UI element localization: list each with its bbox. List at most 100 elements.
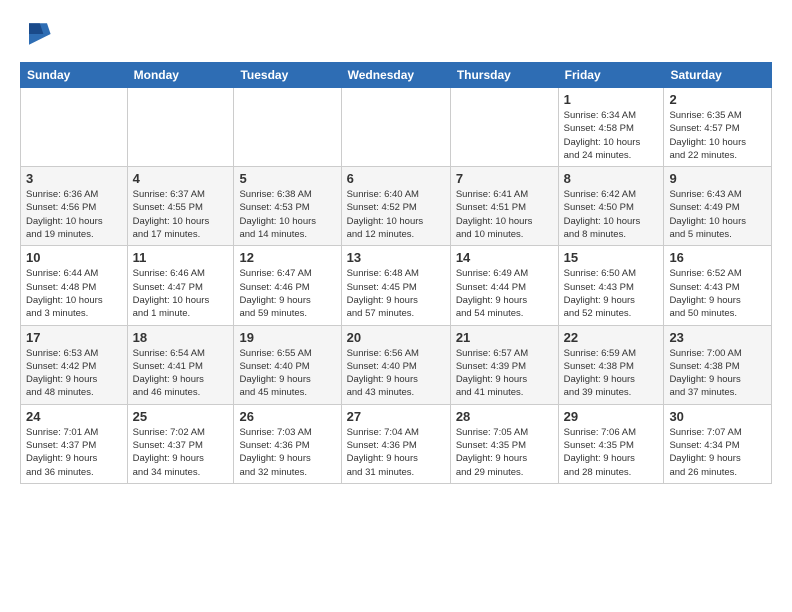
calendar-cell: 5 Sunrise: 6:38 AM Sunset: 4:53 PM Daylig… xyxy=(234,167,341,246)
day-info: Sunrise: 7:03 AM Sunset: 4:36 PM Dayligh… xyxy=(239,426,335,479)
day-info: Sunrise: 6:38 AM Sunset: 4:53 PM Dayligh… xyxy=(239,188,335,241)
calendar-cell: 20 Sunrise: 6:56 AM Sunset: 4:40 PM Dayli… xyxy=(341,325,450,404)
day-number: 27 xyxy=(347,409,445,424)
day-number: 29 xyxy=(564,409,659,424)
header xyxy=(20,16,772,52)
calendar-cell xyxy=(127,88,234,167)
day-number: 23 xyxy=(669,330,766,345)
calendar-cell xyxy=(21,88,128,167)
day-info: Sunrise: 7:07 AM Sunset: 4:34 PM Dayligh… xyxy=(669,426,766,479)
day-info: Sunrise: 6:49 AM Sunset: 4:44 PM Dayligh… xyxy=(456,267,553,320)
calendar-cell: 10 Sunrise: 6:44 AM Sunset: 4:48 PM Dayli… xyxy=(21,246,128,325)
calendar-cell: 2 Sunrise: 6:35 AM Sunset: 4:57 PM Daylig… xyxy=(664,88,772,167)
day-number: 20 xyxy=(347,330,445,345)
day-number: 4 xyxy=(133,171,229,186)
day-number: 1 xyxy=(564,92,659,107)
week-row-2: 3 Sunrise: 6:36 AM Sunset: 4:56 PM Daylig… xyxy=(21,167,772,246)
calendar-cell: 22 Sunrise: 6:59 AM Sunset: 4:38 PM Dayli… xyxy=(558,325,664,404)
day-info: Sunrise: 6:35 AM Sunset: 4:57 PM Dayligh… xyxy=(669,109,766,162)
day-info: Sunrise: 6:43 AM Sunset: 4:49 PM Dayligh… xyxy=(669,188,766,241)
calendar-cell: 14 Sunrise: 6:49 AM Sunset: 4:44 PM Dayli… xyxy=(450,246,558,325)
day-info: Sunrise: 7:00 AM Sunset: 4:38 PM Dayligh… xyxy=(669,347,766,400)
day-info: Sunrise: 6:37 AM Sunset: 4:55 PM Dayligh… xyxy=(133,188,229,241)
week-row-3: 10 Sunrise: 6:44 AM Sunset: 4:48 PM Dayli… xyxy=(21,246,772,325)
day-number: 11 xyxy=(133,250,229,265)
day-number: 14 xyxy=(456,250,553,265)
day-number: 26 xyxy=(239,409,335,424)
day-info: Sunrise: 7:06 AM Sunset: 4:35 PM Dayligh… xyxy=(564,426,659,479)
calendar-cell: 15Sunrise: 6:50 AM Sunset: 4:43 PM Dayli… xyxy=(558,246,664,325)
day-info: Sunrise: 6:54 AM Sunset: 4:41 PM Dayligh… xyxy=(133,347,229,400)
calendar-cell: 3 Sunrise: 6:36 AM Sunset: 4:56 PM Daylig… xyxy=(21,167,128,246)
calendar-cell: 24 Sunrise: 7:01 AM Sunset: 4:37 PM Dayli… xyxy=(21,404,128,483)
calendar-cell: 17 Sunrise: 6:53 AM Sunset: 4:42 PM Dayli… xyxy=(21,325,128,404)
day-info: Sunrise: 7:04 AM Sunset: 4:36 PM Dayligh… xyxy=(347,426,445,479)
day-number: 10 xyxy=(26,250,122,265)
weekday-header-tuesday: Tuesday xyxy=(234,63,341,88)
day-info: Sunrise: 7:05 AM Sunset: 4:35 PM Dayligh… xyxy=(456,426,553,479)
day-number: 2 xyxy=(669,92,766,107)
day-number: 16 xyxy=(669,250,766,265)
weekday-header-monday: Monday xyxy=(127,63,234,88)
week-row-4: 17 Sunrise: 6:53 AM Sunset: 4:42 PM Dayli… xyxy=(21,325,772,404)
day-number: 3 xyxy=(26,171,122,186)
calendar-cell: 1 Sunrise: 6:34 AM Sunset: 4:58 PM Daylig… xyxy=(558,88,664,167)
calendar-cell: 26 Sunrise: 7:03 AM Sunset: 4:36 PM Dayli… xyxy=(234,404,341,483)
weekday-header-wednesday: Wednesday xyxy=(341,63,450,88)
day-number: 8 xyxy=(564,171,659,186)
day-info: Sunrise: 6:47 AM Sunset: 4:46 PM Dayligh… xyxy=(239,267,335,320)
day-number: 28 xyxy=(456,409,553,424)
calendar-cell: 23 Sunrise: 7:00 AM Sunset: 4:38 PM Dayli… xyxy=(664,325,772,404)
day-info: Sunrise: 6:34 AM Sunset: 4:58 PM Dayligh… xyxy=(564,109,659,162)
day-info: Sunrise: 6:46 AM Sunset: 4:47 PM Dayligh… xyxy=(133,267,229,320)
logo xyxy=(20,16,60,52)
day-info: Sunrise: 7:02 AM Sunset: 4:37 PM Dayligh… xyxy=(133,426,229,479)
day-number: 25 xyxy=(133,409,229,424)
day-number: 30 xyxy=(669,409,766,424)
day-info: Sunrise: 6:48 AM Sunset: 4:45 PM Dayligh… xyxy=(347,267,445,320)
day-number: 6 xyxy=(347,171,445,186)
day-number: 24 xyxy=(26,409,122,424)
week-row-5: 24 Sunrise: 7:01 AM Sunset: 4:37 PM Dayli… xyxy=(21,404,772,483)
day-info: Sunrise: 6:44 AM Sunset: 4:48 PM Dayligh… xyxy=(26,267,122,320)
day-number: 13 xyxy=(347,250,445,265)
calendar-cell: 16 Sunrise: 6:52 AM Sunset: 4:43 PM Dayli… xyxy=(664,246,772,325)
calendar-cell: 7Sunrise: 6:41 AM Sunset: 4:51 PM Daylig… xyxy=(450,167,558,246)
day-info: Sunrise: 6:40 AM Sunset: 4:52 PM Dayligh… xyxy=(347,188,445,241)
day-info: Sunrise: 6:42 AM Sunset: 4:50 PM Dayligh… xyxy=(564,188,659,241)
calendar-cell: 11 Sunrise: 6:46 AM Sunset: 4:47 PM Dayli… xyxy=(127,246,234,325)
calendar-cell: 28 Sunrise: 7:05 AM Sunset: 4:35 PM Dayli… xyxy=(450,404,558,483)
day-info: Sunrise: 6:56 AM Sunset: 4:40 PM Dayligh… xyxy=(347,347,445,400)
day-number: 5 xyxy=(239,171,335,186)
calendar-cell: 9Sunrise: 6:43 AM Sunset: 4:49 PM Daylig… xyxy=(664,167,772,246)
weekday-header-thursday: Thursday xyxy=(450,63,558,88)
calendar-cell xyxy=(450,88,558,167)
day-number: 17 xyxy=(26,330,122,345)
day-info: Sunrise: 6:36 AM Sunset: 4:56 PM Dayligh… xyxy=(26,188,122,241)
weekday-header-friday: Friday xyxy=(558,63,664,88)
day-info: Sunrise: 6:50 AM Sunset: 4:43 PM Dayligh… xyxy=(564,267,659,320)
calendar-cell: 12 Sunrise: 6:47 AM Sunset: 4:46 PM Dayli… xyxy=(234,246,341,325)
logo-icon xyxy=(20,16,56,52)
calendar-cell: 21 Sunrise: 6:57 AM Sunset: 4:39 PM Dayli… xyxy=(450,325,558,404)
day-info: Sunrise: 6:41 AM Sunset: 4:51 PM Dayligh… xyxy=(456,188,553,241)
calendar-cell: 4 Sunrise: 6:37 AM Sunset: 4:55 PM Daylig… xyxy=(127,167,234,246)
calendar-cell xyxy=(341,88,450,167)
weekday-header-sunday: Sunday xyxy=(21,63,128,88)
day-number: 21 xyxy=(456,330,553,345)
day-info: Sunrise: 6:52 AM Sunset: 4:43 PM Dayligh… xyxy=(669,267,766,320)
day-number: 12 xyxy=(239,250,335,265)
day-info: Sunrise: 7:01 AM Sunset: 4:37 PM Dayligh… xyxy=(26,426,122,479)
day-number: 19 xyxy=(239,330,335,345)
day-info: Sunrise: 6:53 AM Sunset: 4:42 PM Dayligh… xyxy=(26,347,122,400)
calendar-cell: 8 Sunrise: 6:42 AM Sunset: 4:50 PM Daylig… xyxy=(558,167,664,246)
day-number: 22 xyxy=(564,330,659,345)
calendar-cell: 13 Sunrise: 6:48 AM Sunset: 4:45 PM Dayli… xyxy=(341,246,450,325)
weekday-header-row: SundayMondayTuesdayWednesdayThursdayFrid… xyxy=(21,63,772,88)
day-number: 18 xyxy=(133,330,229,345)
day-info: Sunrise: 6:59 AM Sunset: 4:38 PM Dayligh… xyxy=(564,347,659,400)
day-info: Sunrise: 6:57 AM Sunset: 4:39 PM Dayligh… xyxy=(456,347,553,400)
calendar-cell: 29 Sunrise: 7:06 AM Sunset: 4:35 PM Dayli… xyxy=(558,404,664,483)
calendar-cell: 27 Sunrise: 7:04 AM Sunset: 4:36 PM Dayli… xyxy=(341,404,450,483)
calendar-cell xyxy=(234,88,341,167)
